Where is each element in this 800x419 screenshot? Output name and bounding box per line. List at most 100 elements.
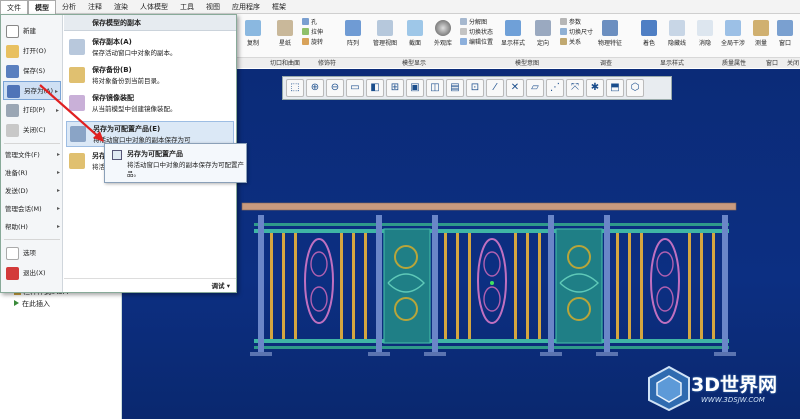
menu-manikin[interactable]: 人体模型 [134,0,174,14]
file-close-label: 关闭 [23,126,36,134]
ribbon-label: 窗口 [778,40,791,47]
menu-file[interactable]: 文件 [0,0,28,14]
no-hidden-icon [697,20,713,36]
exit-icon [6,267,19,280]
menu-annotate[interactable]: 注释 [82,0,108,14]
help-label: 帮助 [5,223,18,231]
file-print-item[interactable]: 打印(P) ▸ [3,101,61,120]
file-manage-file-item[interactable]: 管理文件(F) ▸ [5,149,61,161]
ribbon-manage-views-button[interactable]: 管理视图 [370,18,400,58]
menu-view[interactable]: 视图 [200,0,226,14]
file-save-item[interactable]: 保存(S) [3,62,61,81]
configurable-product-icon [70,126,86,142]
ribbon-section-button[interactable]: 截面 [400,18,430,58]
group-close: 关闭 [787,60,800,67]
tree-item-label: 在此插入 [22,300,50,308]
file-open-item[interactable]: 打开(O) [3,42,61,61]
save-as-icon [7,85,20,98]
ribbon-relations-button[interactable]: 关系 [560,38,581,47]
menu-render[interactable]: 渲染 [108,0,134,14]
ribbon-display-style-button[interactable]: 显示样式 [498,18,528,58]
manage-views-icon [377,20,393,36]
menu-applications[interactable]: 应用程序 [226,0,266,14]
file-manage-session-item[interactable]: 管理会话(M) ▸ [5,203,61,215]
file-new-item[interactable]: 新建 [3,22,61,41]
group-modifiers: 修饰符 [318,60,337,67]
save-other-icon [69,153,85,169]
window-icon [777,20,793,36]
ribbon-label: 测量 [754,40,767,47]
ribbon-pattern-button[interactable]: 阵列 [338,18,368,58]
ribbon-label: 外观库 [433,40,452,47]
manage-session-key: (M) [31,205,42,213]
file-save-label: 保存 [23,67,36,75]
ribbon-revolve-button[interactable]: 旋转 [302,38,323,47]
toggle-status-icon [460,28,467,35]
file-options-item[interactable]: 选项 [3,244,61,263]
ribbon-toggle-status-button[interactable]: 切换状态 [460,28,493,37]
ribbon-explode-button[interactable]: 分解图 [460,18,487,27]
ribbon-window-button[interactable]: 窗口 [772,18,798,58]
chevron-down-icon: ▾ [226,282,230,290]
ribbon-hole-button[interactable]: 孔 [302,18,317,27]
menu-model[interactable]: 模型 [28,0,56,14]
save-backup-icon [69,67,85,83]
ribbon-copy-button[interactable]: 复制 [238,18,268,58]
manage-file-label: 管理文件 [5,151,31,159]
group-investigate: 调查 [600,60,613,67]
extrude-icon [302,28,309,35]
mirror-assembly-icon [69,95,85,111]
watermark-text: 3D世界网 [691,374,777,396]
ribbon-edit-position-button[interactable]: 编辑位置 [460,38,493,47]
ribbon-small-label: 孔 [311,19,318,26]
save-mirror-item[interactable]: 保存镜像装配 从当前模型中创建镜像装配。 [66,91,234,117]
explode-icon [460,18,467,25]
ribbon-parameters-button[interactable]: 参数 [560,18,581,27]
ribbon-small-label: 旋转 [311,39,324,46]
ribbon-shading-button[interactable]: 着色 [634,18,664,58]
new-file-icon [6,25,19,38]
help-key: (H) [18,223,28,231]
file-close-item[interactable]: 关闭(C) [3,121,61,140]
debug-label: 调试 [211,282,225,290]
save-backup-item[interactable]: 保存备份(B) 将对象备份到当前目录。 [66,63,234,89]
chevron-right-icon: ▸ [56,223,60,230]
file-help-item[interactable]: 帮助(H) ▸ [5,221,61,233]
ribbon-toggle-dims-button[interactable]: 切换尺寸 [560,28,593,37]
tree-item-insert-here[interactable]: 在此插入 [14,299,50,309]
ribbon-hidden-line-button[interactable]: 隐藏线 [662,18,692,58]
ribbon-extrude-button[interactable]: 拉伸 [302,28,323,37]
chevron-right-icon: ▸ [55,107,59,114]
ribbon-label: 着色 [642,40,655,47]
watermark-url: WWW.3DSJW.COM [701,396,765,404]
group-mass-props: 质量属性 [722,60,747,67]
group-model-intent: 模型意图 [515,60,540,67]
ribbon-sketch-button[interactable]: 星纸 [270,18,300,58]
file-send-item[interactable]: 发送(D) ▸ [5,185,61,197]
chevron-right-icon: ▸ [54,88,58,95]
file-exit-item[interactable]: 退出(X) [3,264,61,283]
menu-framework[interactable]: 框架 [266,0,292,14]
file-prepare-item[interactable]: 准备(R) ▸ [5,167,61,179]
save-backup-title: 保存备份(B) [92,66,132,74]
exit-key: (X) [36,269,46,277]
menu-tools[interactable]: 工具 [174,0,200,14]
save-copy-title: 保存副本(A) [92,38,132,46]
ribbon-physics-button[interactable]: 物理特征 [595,18,625,58]
group-model-display: 模型显示 [402,60,427,67]
tooltip-title: 另存为可配置产品 [127,150,183,158]
ribbon-appearance-button[interactable]: 外观库 [428,18,458,58]
menu-divider [4,143,60,144]
revolve-icon [302,38,309,45]
ribbon-small-label: 切换状态 [469,29,494,36]
save-copy-item[interactable]: 保存副本(A) 保存活动窗口中对象的副本。 [66,35,234,61]
ribbon-small-label: 参数 [569,19,582,26]
physics-icon [602,20,618,36]
file-save-as-item[interactable]: 另存为(A) ▸ [3,81,61,100]
ribbon-global-interference-button[interactable]: 全局干涉 [718,18,748,58]
submenu-footer[interactable]: 调试 ▾ [64,278,236,292]
ribbon-orient-button[interactable]: 定向 [528,18,558,58]
chevron-right-icon: ▸ [56,169,60,176]
ribbon-no-hidden-button[interactable]: 消隐 [690,18,720,58]
menu-analysis[interactable]: 分析 [56,0,82,14]
